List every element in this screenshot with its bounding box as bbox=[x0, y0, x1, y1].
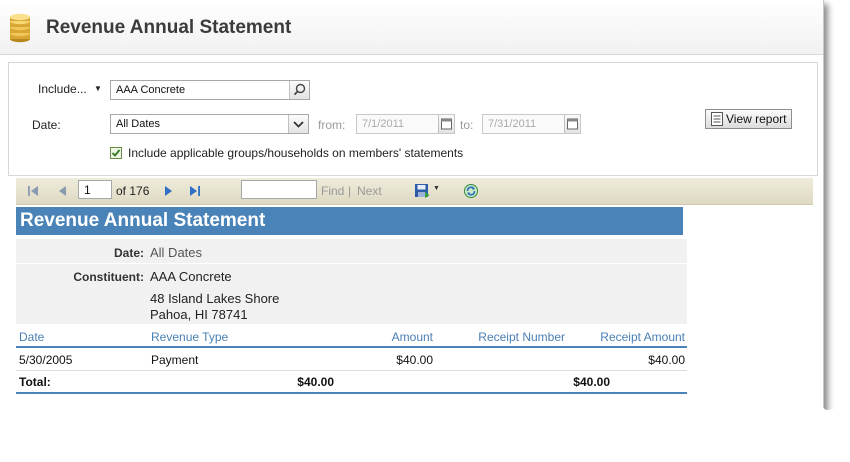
date-select[interactable]: All Dates bbox=[110, 114, 309, 134]
report-toolbar: 1 of 176 Find | Next ▼ bbox=[16, 178, 813, 205]
row-receipt-amount: $40.00 bbox=[648, 353, 685, 367]
search-icon bbox=[293, 83, 306, 96]
export-button[interactable]: ▼ bbox=[414, 182, 442, 200]
view-report-button[interactable]: View report bbox=[705, 109, 792, 129]
report-date-caption: Date: bbox=[113, 246, 144, 260]
page-title: Revenue Annual Statement bbox=[46, 17, 292, 38]
report-window: Revenue Annual Statement Include... ▼ AA… bbox=[0, 0, 824, 421]
row-amount: $40.00 bbox=[396, 353, 433, 367]
save-disk-icon bbox=[415, 184, 430, 198]
row-divider bbox=[16, 370, 687, 371]
view-report-label: View report bbox=[726, 112, 787, 126]
caret-down-icon: ▼ bbox=[433, 185, 440, 192]
from-calendar-button[interactable] bbox=[438, 115, 454, 133]
page-number-value: 1 bbox=[84, 183, 91, 197]
include-value: AAA Concrete bbox=[116, 84, 186, 96]
first-page-icon[interactable] bbox=[26, 184, 40, 198]
date-label: Date: bbox=[32, 118, 61, 132]
checkmark-icon bbox=[111, 149, 121, 157]
to-date-field[interactable]: 7/31/2011 bbox=[482, 114, 581, 134]
caret-down-icon: ▼ bbox=[94, 84, 102, 93]
groups-checkbox[interactable] bbox=[110, 147, 122, 159]
to-calendar-button[interactable] bbox=[564, 115, 580, 133]
total-label: Total: bbox=[19, 375, 51, 389]
include-label: Include... bbox=[38, 82, 87, 96]
column-header-revenue-type: Revenue Type bbox=[151, 330, 229, 344]
report-date-value: All Dates bbox=[150, 245, 203, 260]
report-title: Revenue Annual Statement bbox=[16, 207, 683, 235]
total-divider bbox=[16, 392, 687, 394]
date-select-value: All Dates bbox=[116, 118, 161, 130]
report-page-icon bbox=[711, 112, 723, 126]
column-header-date: Date bbox=[19, 330, 45, 344]
constituent-name: AAA Concrete bbox=[150, 269, 232, 284]
groups-checkbox-label: Include applicable groups/households on … bbox=[128, 146, 464, 160]
constituent-caption: Constituent: bbox=[73, 270, 144, 284]
include-dropdown[interactable]: Include... ▼ bbox=[38, 82, 102, 96]
find-link[interactable]: Find bbox=[321, 184, 344, 198]
next-link[interactable]: Next bbox=[357, 184, 382, 198]
torn-edge-decoration bbox=[0, 400, 850, 462]
previous-page-icon[interactable] bbox=[56, 184, 70, 198]
include-search-field[interactable]: AAA Concrete bbox=[110, 80, 310, 100]
to-date-value: 7/31/2011 bbox=[488, 118, 537, 130]
page-number-input[interactable]: 1 bbox=[78, 180, 112, 199]
column-header-amount: Amount bbox=[391, 330, 433, 344]
coin-stack-icon bbox=[10, 13, 30, 43]
from-date-field[interactable]: 7/1/2011 bbox=[356, 114, 455, 134]
column-header-receipt-number: Receipt Number bbox=[478, 330, 565, 344]
find-separator: | bbox=[348, 184, 352, 198]
last-page-icon[interactable] bbox=[188, 184, 202, 198]
from-label: from: bbox=[318, 118, 346, 132]
total-receipt-amount: $40.00 bbox=[573, 375, 610, 389]
date-select-arrow[interactable] bbox=[288, 115, 308, 133]
chevron-down-icon bbox=[293, 121, 304, 128]
calendar-icon bbox=[441, 118, 452, 130]
row-date: 5/30/2005 bbox=[19, 353, 73, 367]
find-text-input[interactable] bbox=[241, 180, 317, 199]
constituent-address-line1: 48 Island Lakes Shore bbox=[150, 291, 280, 306]
from-date-value: 7/1/2011 bbox=[362, 118, 405, 130]
search-button[interactable] bbox=[289, 81, 309, 99]
row-revenue-type: Payment bbox=[151, 353, 199, 367]
report-parameters-panel: Include... ▼ AAA Concrete Date: All Date… bbox=[8, 62, 818, 176]
header-divider bbox=[16, 346, 687, 348]
to-label: to: bbox=[460, 118, 474, 132]
column-header-receipt-amount: Receipt Amount bbox=[600, 330, 685, 344]
refresh-icon[interactable] bbox=[463, 183, 479, 199]
constituent-address-line2: Pahoa, HI 78741 bbox=[150, 307, 248, 322]
total-amount: $40.00 bbox=[297, 375, 334, 389]
calendar-icon bbox=[567, 118, 578, 130]
next-page-icon[interactable] bbox=[161, 184, 175, 198]
page-header: Revenue Annual Statement bbox=[0, 0, 823, 55]
page-count: of 176 bbox=[116, 184, 150, 198]
